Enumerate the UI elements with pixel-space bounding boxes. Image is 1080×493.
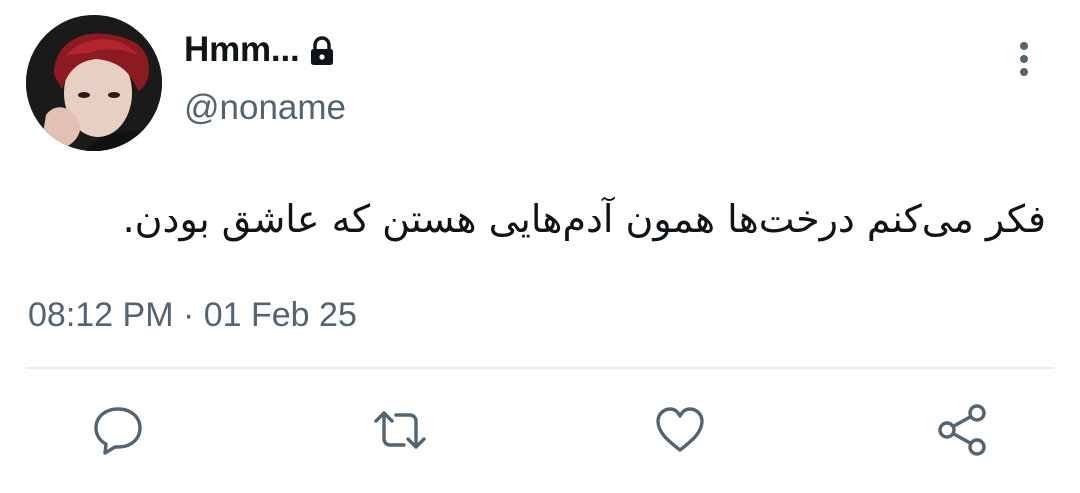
- retweet-arrows-icon: [374, 411, 426, 449]
- display-name-text: Hmm...: [184, 30, 300, 69]
- vertical-ellipsis-icon[interactable]: [1008, 40, 1040, 80]
- tweet-timestamp[interactable]: 08:12 PM · 01 Feb 25: [28, 296, 357, 335]
- avatar[interactable]: [26, 15, 162, 151]
- tweet-text: فکر می‌کنم درخت‌ها همون آدم‌هایی هستن که…: [122, 197, 1046, 241]
- heart-icon: [656, 407, 704, 452]
- like-button[interactable]: [650, 400, 710, 460]
- retweet-button[interactable]: [370, 400, 430, 460]
- speech-bubble-icon: [94, 407, 142, 455]
- lock-icon: [308, 36, 336, 66]
- reply-button[interactable]: [88, 400, 148, 460]
- display-name[interactable]: Hmm...: [184, 28, 336, 72]
- user-handle[interactable]: @noname: [184, 88, 346, 128]
- avatar-image: [26, 15, 162, 151]
- share-button[interactable]: [932, 400, 992, 460]
- share-nodes-icon: [938, 404, 986, 456]
- divider: [26, 367, 1054, 369]
